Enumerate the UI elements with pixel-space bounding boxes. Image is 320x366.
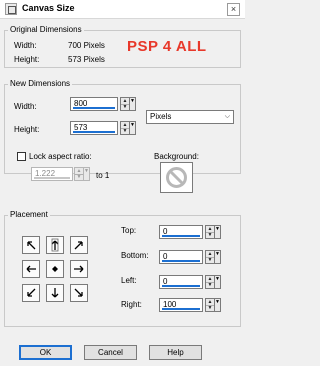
top-field[interactable]: 0 xyxy=(159,225,203,239)
spin-down-icon[interactable]: ▼ xyxy=(121,128,129,134)
original-height-label: Height: xyxy=(14,55,40,64)
arrow-up-icon xyxy=(51,238,59,252)
cancel-button[interactable]: Cancel xyxy=(84,345,137,360)
original-height-value: 573 Pixels xyxy=(68,55,105,64)
anchor-bottom-button[interactable] xyxy=(46,284,64,302)
units-select-value: Pixels xyxy=(150,112,172,121)
close-button[interactable]: × xyxy=(227,3,240,16)
brand-watermark: PSP 4 ALL xyxy=(127,38,207,55)
new-width-dropdown-arrow[interactable]: ▼ xyxy=(130,97,136,111)
to-one-label: to 1 xyxy=(96,171,110,180)
aspect-ratio-dropdown-arrow[interactable]: ▼ xyxy=(84,167,90,181)
right-field[interactable]: 100 xyxy=(159,298,203,312)
anchor-top-button[interactable] xyxy=(46,236,64,254)
left-dropdown-arrow[interactable]: ▼ xyxy=(215,275,221,289)
arrow-down-icon xyxy=(51,288,59,298)
new-height-slider-line[interactable] xyxy=(73,131,115,133)
anchor-left-button[interactable] xyxy=(22,260,40,278)
top-label: Top: xyxy=(121,226,137,235)
new-width-slider-line[interactable] xyxy=(73,107,115,109)
anchor-center-button[interactable] xyxy=(46,260,64,278)
new-height-label: Height: xyxy=(14,125,40,134)
new-height-field[interactable]: 573 xyxy=(70,121,118,135)
arrow-down-right-icon xyxy=(74,288,83,297)
lock-aspect-ratio-label[interactable]: Lock aspect ratio: xyxy=(29,152,92,161)
new-dimensions-legend: New Dimensions xyxy=(8,79,73,88)
canvas-size-app-icon xyxy=(5,3,17,15)
arrow-up-left-icon xyxy=(27,241,36,250)
spin-down-icon[interactable]: ▼ xyxy=(75,174,83,180)
anchor-top-right-button[interactable] xyxy=(70,236,88,254)
units-select[interactable]: Pixels ⌵ xyxy=(146,110,234,124)
title-bar: Canvas Size × xyxy=(0,0,245,19)
help-button[interactable]: Help xyxy=(149,345,202,360)
new-width-spinner[interactable]: ▲ ▼ xyxy=(120,97,130,111)
original-width-value: 700 Pixels xyxy=(68,41,105,50)
center-dot-icon xyxy=(52,266,58,272)
top-slider-line[interactable] xyxy=(162,235,200,237)
spin-down-icon[interactable]: ▼ xyxy=(121,104,129,110)
new-height-spinner[interactable]: ▲ ▼ xyxy=(120,121,130,135)
new-height-dropdown-arrow[interactable]: ▼ xyxy=(130,121,136,135)
chevron-down-icon: ⌵ xyxy=(224,113,230,120)
new-width-field[interactable]: 800 xyxy=(70,97,118,111)
spin-down-icon[interactable]: ▼ xyxy=(206,282,214,288)
anchor-top-left-button[interactable] xyxy=(22,236,40,254)
aspect-ratio-field[interactable]: 1.222 xyxy=(31,167,73,181)
bottom-dropdown-arrow[interactable]: ▼ xyxy=(215,250,221,264)
anchor-right-button[interactable] xyxy=(70,260,88,278)
right-dropdown-arrow[interactable]: ▼ xyxy=(215,298,221,312)
bottom-spinner[interactable]: ▲ ▼ xyxy=(205,250,215,264)
anchor-bottom-left-button[interactable] xyxy=(22,284,40,302)
left-label: Left: xyxy=(121,276,137,285)
arrow-left-icon xyxy=(26,265,36,273)
lock-aspect-ratio-checkbox[interactable] xyxy=(17,152,26,161)
ok-button[interactable]: OK xyxy=(19,345,72,360)
left-slider-line[interactable] xyxy=(162,285,200,287)
bottom-slider-line[interactable] xyxy=(162,260,200,262)
placement-legend: Placement xyxy=(8,210,50,219)
bottom-field[interactable]: 0 xyxy=(159,250,203,264)
right-spinner[interactable]: ▲ ▼ xyxy=(205,298,215,312)
new-width-label: Width: xyxy=(14,102,37,111)
background-color-swatch[interactable] xyxy=(160,162,193,193)
left-spinner[interactable]: ▲ ▼ xyxy=(205,275,215,289)
aspect-ratio-slider-line[interactable] xyxy=(34,177,70,179)
spin-down-icon[interactable]: ▼ xyxy=(206,257,214,263)
spin-down-icon[interactable]: ▼ xyxy=(206,232,214,238)
right-label: Right: xyxy=(121,300,142,309)
original-width-label: Width: xyxy=(14,41,37,50)
right-slider-line[interactable] xyxy=(162,308,200,310)
original-dimensions-legend: Original Dimensions xyxy=(8,25,84,34)
background-label: Background: xyxy=(154,152,199,161)
anchor-bottom-right-button[interactable] xyxy=(70,284,88,302)
aspect-ratio-spinner[interactable]: ▲ ▼ xyxy=(74,167,84,181)
arrow-right-icon xyxy=(74,265,84,273)
spin-down-icon[interactable]: ▼ xyxy=(206,305,214,311)
top-dropdown-arrow[interactable]: ▼ xyxy=(215,225,221,239)
top-spinner[interactable]: ▲ ▼ xyxy=(205,225,215,239)
window-title: Canvas Size xyxy=(22,3,75,13)
arrow-up-right-icon xyxy=(74,241,83,250)
no-color-icon xyxy=(166,167,187,188)
arrow-down-left-icon xyxy=(27,288,36,297)
bottom-label: Bottom: xyxy=(121,251,149,260)
left-field[interactable]: 0 xyxy=(159,275,203,289)
